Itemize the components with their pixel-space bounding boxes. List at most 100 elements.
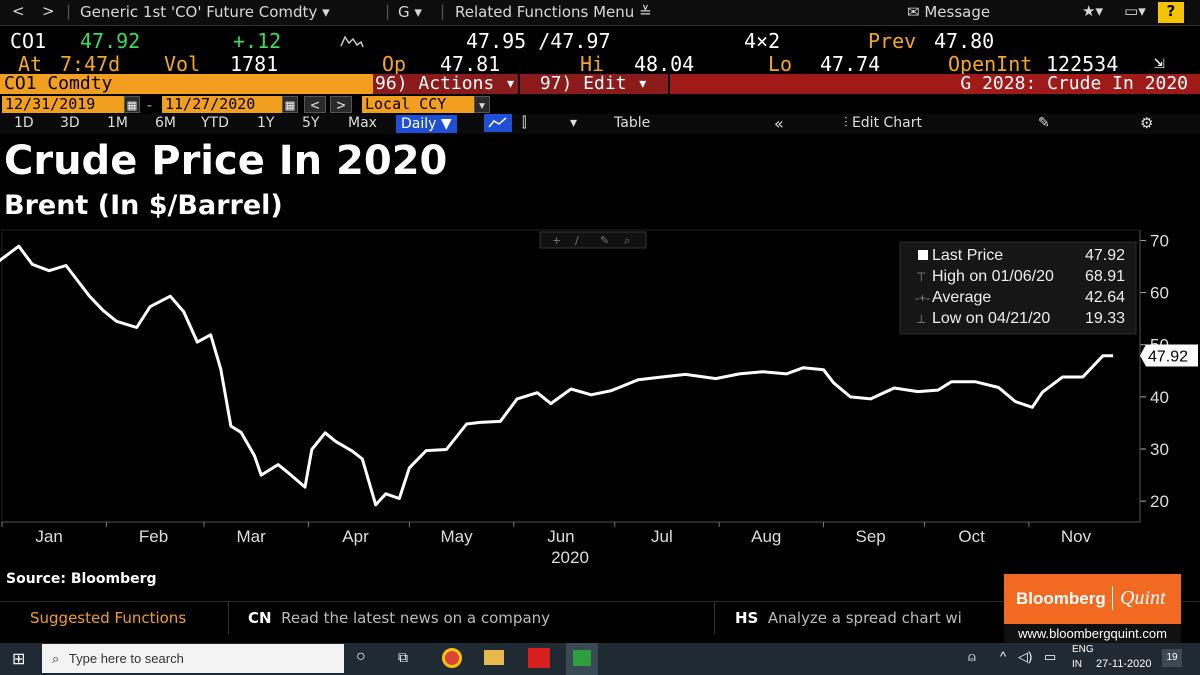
region-code[interactable]: IN — [1072, 659, 1082, 670]
chart-title: Crude Price In 2020 — [4, 138, 448, 184]
security-selector[interactable]: Generic 1st 'CO' Future Comdty ▾ — [80, 3, 330, 21]
annotate-icon[interactable]: ✎ — [1038, 115, 1050, 131]
legend-avg-value: 42.64 — [1085, 289, 1125, 306]
divider: | — [440, 2, 446, 20]
end-date-field[interactable]: 11/27/2020 — [162, 96, 284, 113]
divider — [228, 602, 229, 634]
g-menu-button[interactable]: G ▾ — [398, 3, 422, 21]
source-note: Source: Bloomberg — [6, 571, 157, 587]
calendar-icon[interactable]: ▦ — [124, 96, 140, 114]
chevron-down-icon[interactable]: ▾ — [474, 96, 490, 114]
legend-low-value: 19.33 — [1085, 310, 1125, 327]
battery-icon[interactable]: ▭ — [1044, 649, 1056, 665]
period-1m[interactable]: 1M — [107, 115, 128, 131]
x-tick-label: Mar — [237, 527, 267, 546]
chevron-down-icon[interactable]: ▾ — [570, 115, 577, 131]
divider: | — [385, 2, 391, 20]
language-code[interactable]: ENG — [1072, 644, 1094, 655]
y-tick-label: 70 — [1150, 231, 1169, 250]
sparkline-icon — [340, 35, 364, 48]
edit-chart-button[interactable]: ⫶ Edit Chart — [844, 115, 922, 131]
taskbar-date[interactable]: 27-11-2020 — [1096, 658, 1151, 670]
frequency-selector[interactable]: Daily ▼ — [396, 115, 457, 133]
actions-menu[interactable]: 96) Actions ▾ — [373, 74, 518, 94]
period-1d[interactable]: 1D — [14, 115, 34, 131]
suggestion-hs[interactable]: HS Analyze a spread chart wi — [735, 609, 962, 627]
taskbar-search[interactable]: ⌕ Type here to search — [42, 644, 344, 673]
start-date-field[interactable]: 12/31/2019 — [2, 96, 124, 113]
period-ytd[interactable]: YTD — [201, 115, 229, 131]
zoom-icon[interactable]: ⌕ — [624, 234, 630, 247]
low-value: 47.74 — [820, 52, 881, 76]
prev-period-button[interactable]: < — [304, 96, 326, 114]
legend-marker-low: ⊥ — [916, 312, 926, 326]
window-button[interactable]: ▭▾ — [1124, 2, 1146, 20]
app-red-icon[interactable] — [528, 648, 550, 668]
date-bar: 12/31/2019 ▦ - 11/27/2020 ▦ < > Local CC… — [0, 95, 1200, 114]
calendar-icon[interactable]: ▦ — [282, 96, 298, 114]
suggestion-code: HS — [735, 609, 759, 627]
currency-selector[interactable]: Local CCY — [362, 96, 476, 113]
related-functions-menu[interactable]: Related Functions Menu ≚ — [455, 3, 652, 21]
y-tick-label: 60 — [1150, 284, 1169, 303]
chart-mini-toolbar: + ∕ ✎ ⌕ — [539, 231, 647, 249]
mail-icon: ✉ — [907, 3, 920, 21]
forward-button[interactable]: > — [42, 2, 55, 20]
crosshair-icon[interactable]: + — [552, 234, 561, 247]
suggestion-cn[interactable]: CN Read the latest news on a company — [248, 609, 550, 627]
chrome-icon[interactable] — [442, 648, 462, 668]
legend-avg-label: Average — [932, 289, 991, 306]
chevron-down-icon: ▾ — [322, 3, 330, 21]
legend-last-label: Last Price — [932, 247, 1003, 264]
suggestion-code: CN — [248, 609, 272, 627]
chevron-down-icon: ▾ — [414, 3, 422, 21]
gear-icon[interactable]: ⚙ — [1140, 114, 1153, 132]
pencil-icon[interactable]: ✎ — [600, 234, 609, 247]
windows-taskbar: ⊞ ⌕ Type here to search ○ ⧉ ⍝ ^ ◁) ▭ ENG… — [0, 643, 1200, 675]
back-button[interactable]: < — [12, 2, 25, 20]
cortana-icon[interactable]: ○ — [356, 648, 366, 666]
star-icon: ★ — [1082, 2, 1096, 20]
popout-icon[interactable]: ⇲ — [1154, 52, 1165, 73]
period-max[interactable]: Max — [348, 115, 377, 131]
draw-icon[interactable]: ∕ — [575, 234, 579, 247]
x-tick-label: Sep — [856, 527, 886, 546]
security-field[interactable]: CO1 Comdty — [0, 74, 373, 94]
edit-menu[interactable]: 97) Edit ▾ — [520, 74, 668, 94]
last-price: 47.92 — [80, 29, 141, 53]
bid-ask-size: 4×2 — [744, 29, 781, 53]
line-chart-icon[interactable] — [484, 114, 512, 132]
bar-chart-icon[interactable]: ⫿ — [522, 115, 526, 131]
divider: | — [66, 2, 72, 20]
task-view-icon[interactable]: ⧉ — [398, 649, 408, 666]
y-tick-label: 30 — [1150, 440, 1169, 459]
period-5y[interactable]: 5Y — [302, 115, 319, 131]
table-button[interactable]: Table — [614, 115, 650, 131]
x-tick-label: Jun — [547, 527, 574, 546]
period-3d[interactable]: 3D — [60, 115, 80, 131]
next-period-button[interactable]: > — [330, 96, 352, 114]
windows-start-icon[interactable]: ⊞ — [12, 649, 25, 669]
period-1y[interactable]: 1Y — [257, 115, 274, 131]
x-tick-label: Apr — [342, 527, 369, 546]
favorite-button[interactable]: ★▾ — [1082, 2, 1103, 20]
x-tick-label: Jan — [35, 527, 62, 546]
chevron-up-icon[interactable]: ^ — [1000, 649, 1006, 664]
related-label: Related Functions Menu — [455, 3, 635, 21]
x-tick-label: Nov — [1061, 527, 1092, 546]
search-icon: ⌕ — [52, 651, 60, 666]
message-button[interactable]: ✉ Message — [907, 3, 990, 21]
volume-icon[interactable]: ◁) — [1018, 649, 1032, 665]
bloombergquint-logo: Bloomberg Quint — [1004, 574, 1181, 624]
prev-value: 47.80 — [934, 29, 995, 53]
people-icon[interactable]: ⍝ — [968, 649, 976, 665]
file-explorer-icon[interactable] — [484, 650, 504, 665]
legend-high-label: High on 01/06/20 — [932, 268, 1054, 285]
notification-badge[interactable]: 19 — [1162, 649, 1182, 667]
help-button[interactable]: ? — [1158, 2, 1184, 23]
bloomberg-app-icon[interactable] — [566, 643, 598, 675]
collapse-icon[interactable]: « — [774, 114, 784, 133]
period-6m[interactable]: 6M — [155, 115, 176, 131]
x-tick-label: Oct — [958, 527, 985, 546]
vol-label: Vol — [164, 52, 201, 76]
